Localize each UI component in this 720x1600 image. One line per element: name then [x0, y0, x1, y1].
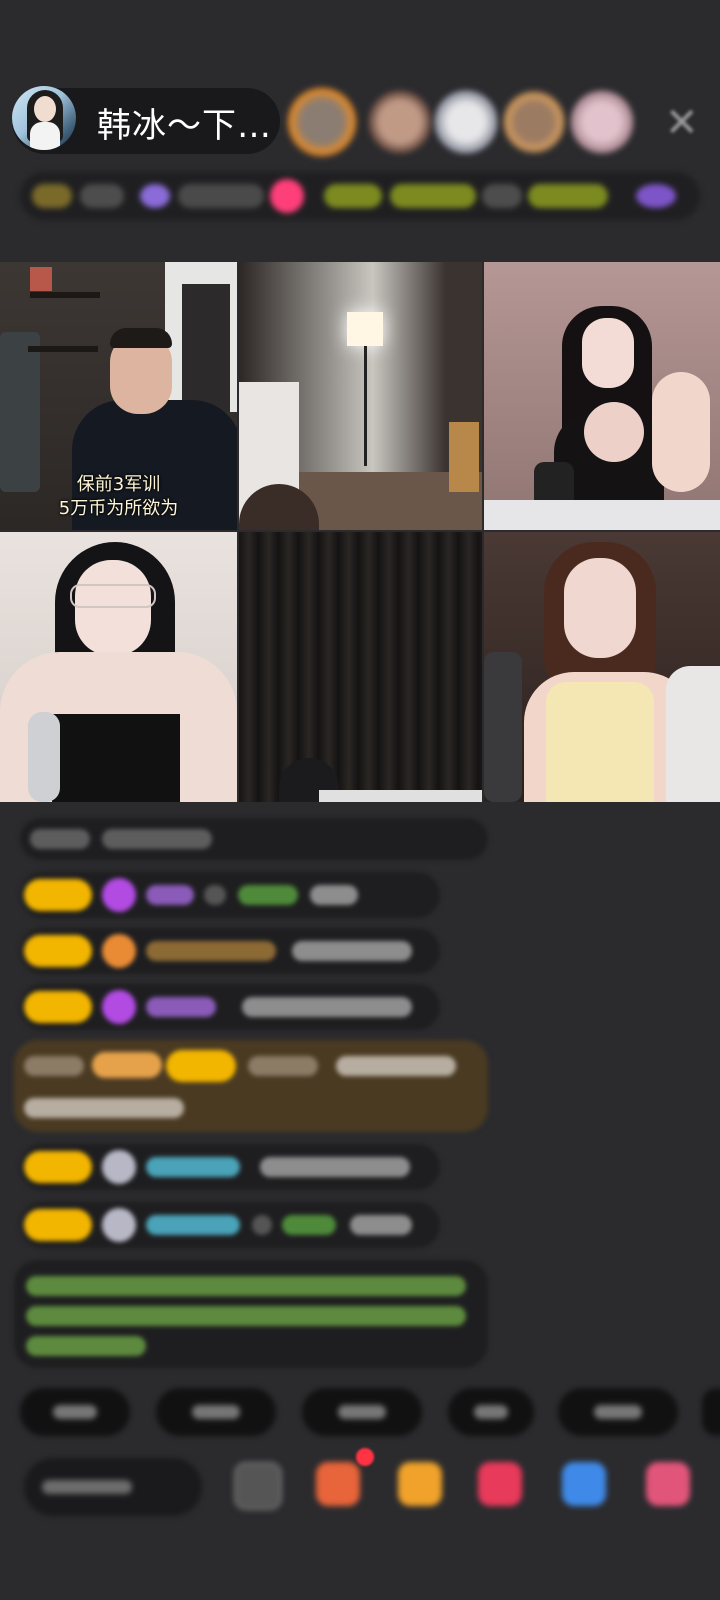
host-avatar[interactable] [12, 86, 76, 150]
chat-message [20, 984, 440, 1030]
notification-dot [356, 1448, 374, 1466]
viewer-avatar[interactable] [502, 90, 566, 154]
gift-icon[interactable] [398, 1462, 442, 1506]
chat-input[interactable] [24, 1458, 202, 1516]
viewer-avatar[interactable] [434, 90, 498, 154]
chat-message [20, 1202, 440, 1248]
chat-message [20, 928, 440, 974]
video-cell[interactable] [239, 262, 482, 530]
quick-reply-chip[interactable] [702, 1388, 720, 1436]
video-grid: 保前3军训 5万币为所欲为 [0, 262, 720, 802]
quick-reply-chip[interactable] [558, 1388, 678, 1436]
video-caption: 保前3军训 [76, 474, 161, 495]
video-cell[interactable] [484, 532, 720, 802]
viewer-avatar[interactable] [286, 86, 358, 158]
quick-reply-chip[interactable] [156, 1388, 276, 1436]
quick-reply-chip[interactable] [448, 1388, 534, 1436]
chat-message [20, 1144, 440, 1190]
emoji-icon[interactable] [234, 1462, 282, 1510]
video-cell[interactable] [0, 532, 237, 802]
chat-message [20, 818, 488, 860]
chat-message-highlight [14, 1040, 488, 1132]
video-caption: 5万币为所欲为 [58, 498, 179, 519]
video-cell[interactable]: 保前3军训 5万币为所欲为 [0, 262, 237, 530]
quick-reply-chip[interactable] [20, 1388, 130, 1436]
more-apps-icon[interactable] [646, 1462, 690, 1506]
close-icon[interactable]: ✕ [665, 100, 699, 146]
gift-box-icon[interactable] [316, 1462, 360, 1506]
tag-row[interactable] [20, 172, 700, 220]
red-packet-icon[interactable] [478, 1462, 522, 1506]
video-cell[interactable] [239, 532, 482, 802]
chat-system-notice [14, 1260, 488, 1368]
quick-reply-chip[interactable] [302, 1388, 422, 1436]
viewer-avatar[interactable] [368, 90, 432, 154]
host-name[interactable]: 韩冰～下… [97, 98, 272, 147]
chat-message [20, 872, 440, 918]
game-icon[interactable] [562, 1462, 606, 1506]
viewer-avatar[interactable] [570, 90, 634, 154]
video-cell[interactable] [484, 262, 720, 530]
